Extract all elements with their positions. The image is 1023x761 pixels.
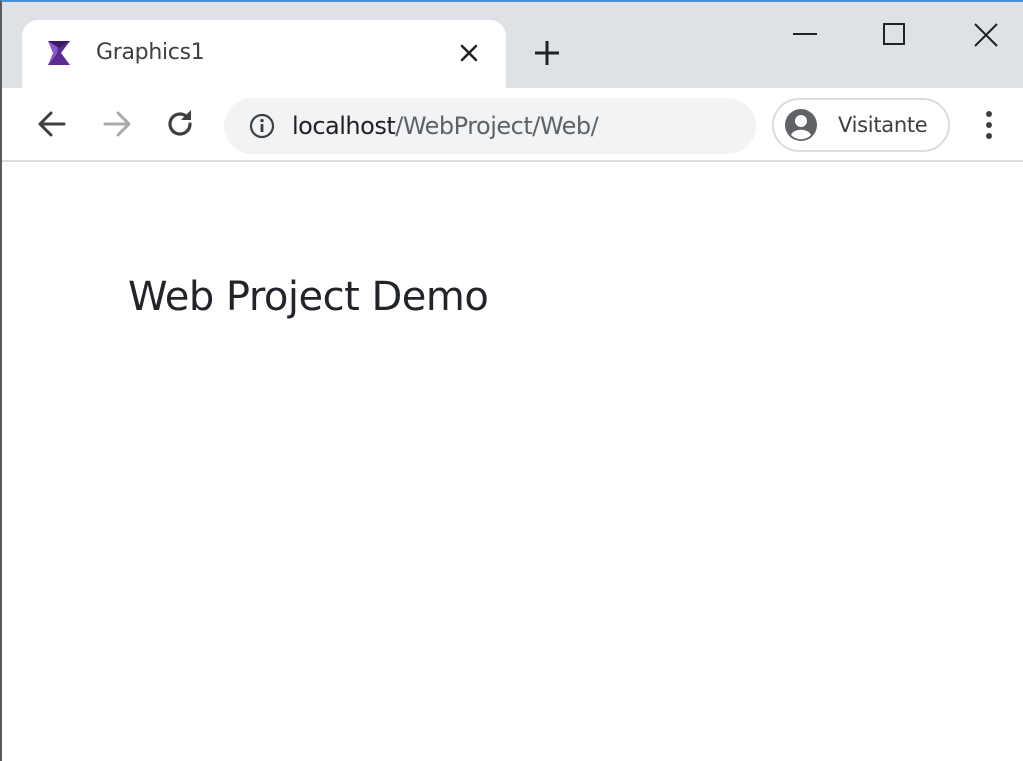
info-icon[interactable] xyxy=(248,112,276,140)
url-host: localhost xyxy=(292,112,396,140)
back-arrow-icon[interactable] xyxy=(34,106,70,142)
url-text: localhost/WebProject/Web/ xyxy=(292,112,599,140)
reload-icon[interactable] xyxy=(162,106,198,142)
tab-title: Graphics1 xyxy=(96,40,205,65)
hourglass-logo-icon xyxy=(48,41,70,65)
url-path: /WebProject/Web/ xyxy=(395,112,599,140)
minimize-icon[interactable] xyxy=(787,16,827,56)
profile-button[interactable]: Visitante xyxy=(772,98,950,152)
new-tab-icon[interactable] xyxy=(532,38,562,68)
page-heading: Web Project Demo xyxy=(128,274,489,320)
address-bar[interactable]: localhost/WebProject/Web/ xyxy=(224,98,756,154)
account-circle-icon xyxy=(785,109,817,141)
maximize-icon[interactable] xyxy=(876,16,916,56)
tab-strip: Graphics1 xyxy=(2,2,1023,88)
tab-graphics1[interactable]: Graphics1 xyxy=(22,20,506,88)
page-content: Web Project Demo xyxy=(2,162,1023,761)
tab-close-icon[interactable] xyxy=(458,42,480,64)
profile-label: Visitante xyxy=(838,113,928,137)
browser-window: Graphics1 localhost/WebProject/Web/ Visi… xyxy=(0,0,1023,761)
close-icon[interactable] xyxy=(967,16,1007,56)
forward-arrow-icon[interactable] xyxy=(99,106,135,142)
more-menu-icon[interactable] xyxy=(974,108,1004,142)
browser-toolbar: localhost/WebProject/Web/ Visitante xyxy=(2,88,1023,162)
